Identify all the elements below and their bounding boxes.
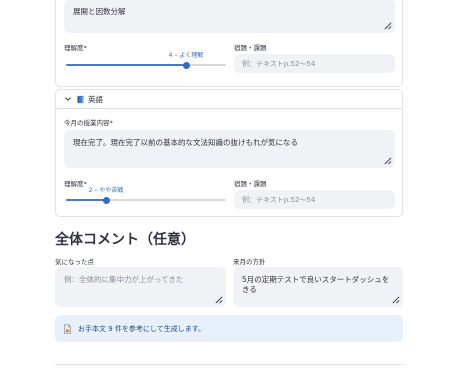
understanding-label: 理解度* (64, 180, 87, 188)
english-expander-header[interactable]: 英語 (56, 90, 402, 109)
english-content-textarea[interactable]: 現在完了。現在完了以前の基本的な文法知識の抜けもれが気になる (64, 130, 395, 168)
understanding-label: 理解度* (64, 44, 87, 52)
understanding-slider[interactable]: 4 – よく理解 (66, 52, 226, 69)
homework-input[interactable]: 例：テキストp.52〜54 (234, 190, 395, 209)
english-content-value: 現在完了。現在完了以前の基本的な文法知識の抜けもれが気になる (73, 138, 298, 147)
divider (55, 364, 403, 365)
resize-handle-icon[interactable] (383, 156, 392, 165)
info-text: お手本文 9 件を参考にして生成します。 (78, 324, 205, 333)
homework-label: 宿題・課題 (234, 44, 267, 52)
subject-card-english: 英語 今月の授業内容* 現在完了。現在完了以前の基本的な文法知識の抜けもれが気に… (55, 89, 403, 217)
slider-thumb[interactable] (102, 196, 110, 204)
understanding-slider[interactable]: 2 – やや苦戦 (66, 187, 226, 204)
concerns-label: 気になった点 (55, 258, 94, 266)
resize-handle-icon[interactable] (214, 295, 223, 304)
policy-label: 来月の方針 (233, 258, 266, 266)
homework-input[interactable]: 例：テキストp.52〜54 (234, 54, 395, 73)
content-label: 今月の授業内容* (64, 119, 113, 127)
policy-textarea[interactable]: 5月の定期テストで良いスタートダッシュをきる (233, 267, 403, 307)
monthly-content-value: 展開と因数分解 (73, 7, 126, 16)
monthly-content-textarea[interactable]: 展開と因数分解 (64, 0, 395, 33)
subject-card-math: 展開と因数分解 理解度* 4 – よく理解 宿題・課題 例：テキストp.52〜5… (55, 0, 403, 87)
homework-label: 宿題・課題 (234, 180, 267, 188)
chevron-down-icon (65, 97, 71, 101)
english-title: 英語 (88, 94, 103, 104)
blue-book-icon (77, 95, 84, 103)
document-icon (63, 323, 72, 334)
info-message-box: お手本文 9 件を参考にして生成します。 (55, 315, 403, 342)
overall-comment-title: 全体コメント（任意） (55, 232, 195, 248)
slider-value: 4 – よく理解 (168, 52, 204, 59)
resize-handle-icon[interactable] (383, 21, 392, 30)
concerns-textarea[interactable]: 例：全体的に集中力が上がってきた (55, 267, 226, 307)
resize-handle-icon[interactable] (391, 295, 400, 304)
slider-value: 2 – やや苦戦 (88, 187, 124, 194)
slider-thumb[interactable] (182, 61, 190, 69)
